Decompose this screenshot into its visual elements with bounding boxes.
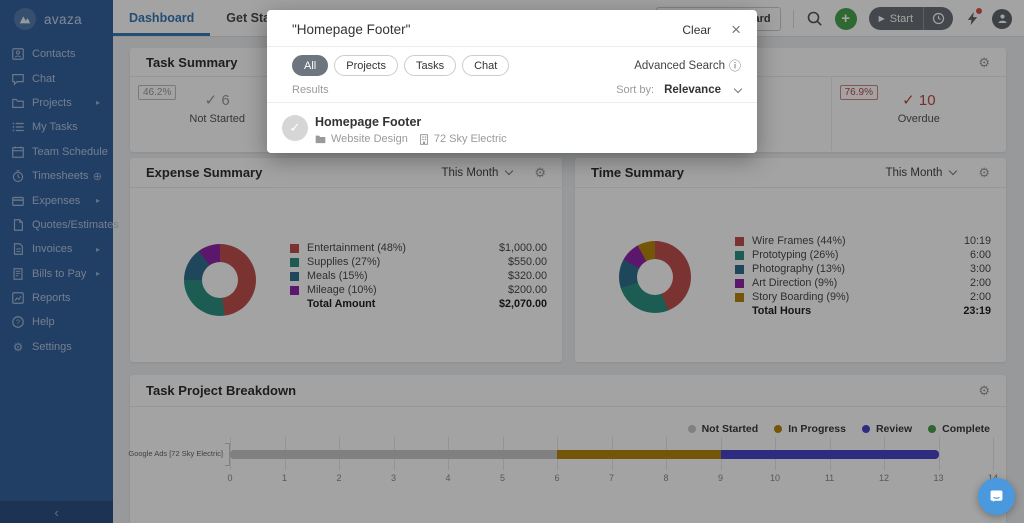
search-filter-chat[interactable]: Chat bbox=[462, 55, 509, 76]
search-query-text[interactable]: "Homepage Footer" bbox=[292, 22, 682, 37]
result-project: Website Design bbox=[331, 133, 408, 145]
results-label: Results bbox=[292, 84, 616, 96]
clear-search-button[interactable]: Clear bbox=[682, 23, 711, 37]
result-customer: 72 Sky Electric bbox=[434, 133, 507, 145]
search-filter-projects[interactable]: Projects bbox=[334, 55, 398, 76]
info-icon: ⓘ bbox=[729, 57, 741, 74]
folder-icon bbox=[315, 134, 326, 144]
company-icon bbox=[419, 134, 429, 145]
app: avaza ContactsChatProjects▸My TasksTeam … bbox=[0, 0, 1024, 523]
search-result-item[interactable]: ✓ Homepage Footer Website Design 72 Sky … bbox=[267, 103, 757, 145]
search-filters: All Projects Tasks Chat Advanced Search ⓘ bbox=[267, 47, 757, 82]
sort-value-dropdown[interactable]: Relevance bbox=[664, 84, 721, 96]
filter-pills: All Projects Tasks Chat bbox=[292, 55, 509, 76]
close-icon[interactable]: × bbox=[731, 21, 741, 38]
chat-launcher-button[interactable] bbox=[978, 478, 1015, 515]
advanced-search-link[interactable]: Advanced Search ⓘ bbox=[634, 57, 741, 74]
task-check-icon: ✓ bbox=[282, 115, 308, 141]
sort-by-label: Sort by: bbox=[616, 84, 654, 96]
search-filter-all[interactable]: All bbox=[292, 55, 328, 76]
chevron-down-icon[interactable] bbox=[734, 84, 742, 92]
advanced-search-label: Advanced Search bbox=[634, 60, 725, 72]
result-title: Homepage Footer bbox=[315, 115, 507, 129]
search-filter-tasks[interactable]: Tasks bbox=[404, 55, 456, 76]
chat-bubble-icon bbox=[988, 488, 1005, 505]
search-modal: "Homepage Footer" Clear × All Projects Tas… bbox=[267, 10, 757, 153]
